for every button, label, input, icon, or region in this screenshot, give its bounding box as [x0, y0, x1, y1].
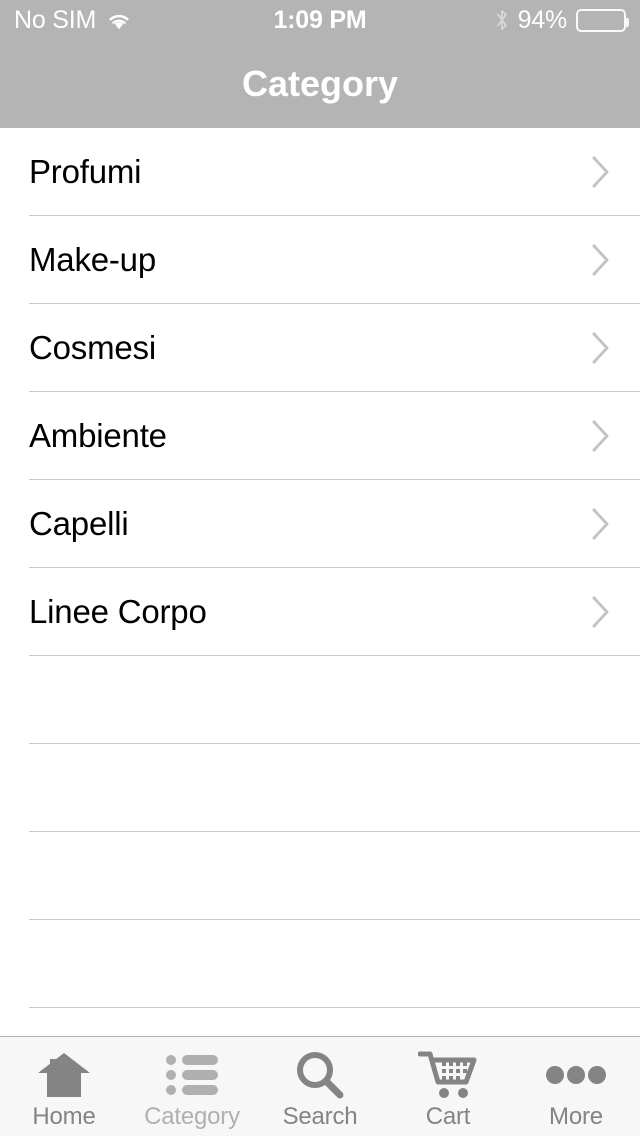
status-bar-right: 94% [367, 5, 629, 34]
list-row-label: Cosmesi [29, 329, 156, 366]
bluetooth-icon [495, 8, 509, 32]
tab-cart[interactable]: Cart [384, 1037, 512, 1136]
list-row-empty [0, 656, 640, 744]
status-bar: No SIM 1:09 PM 94% [0, 0, 640, 40]
chevron-right-icon [584, 595, 618, 629]
list-row[interactable]: Linee Corpo [0, 568, 640, 656]
app-screen: No SIM 1:09 PM 94% Category Profumi Make… [0, 0, 640, 1136]
list-row-label: Linee Corpo [29, 593, 207, 630]
tab-label: Search [282, 1103, 358, 1130]
list-row-empty [0, 832, 640, 920]
ellipsis-icon [546, 1049, 606, 1101]
wifi-icon [106, 11, 132, 30]
battery-percent-label: 94% [517, 5, 568, 34]
tab-label: Category [144, 1103, 240, 1130]
chevron-right-icon [584, 331, 618, 365]
tab-search[interactable]: Search [256, 1037, 384, 1136]
list-row[interactable]: Make-up [0, 216, 640, 304]
chevron-right-icon [584, 507, 618, 541]
list-row-empty [0, 744, 640, 832]
search-icon [295, 1049, 345, 1101]
tab-home[interactable]: Home [0, 1037, 128, 1136]
shopping-cart-icon [418, 1049, 478, 1101]
carrier-label: No SIM [14, 5, 97, 34]
list-row[interactable]: Ambiente [0, 392, 640, 480]
chevron-right-icon [584, 419, 618, 453]
list-row-label: Ambiente [29, 417, 167, 454]
tab-more[interactable]: More [512, 1037, 640, 1136]
category-list[interactable]: Profumi Make-up Cosmesi Ambiente Capelli Line… [0, 128, 640, 1036]
clock-label: 1:09 PM [273, 5, 367, 34]
tab-label: Home [32, 1103, 96, 1130]
list-row-label: Capelli [29, 505, 129, 542]
list-row[interactable]: Cosmesi [0, 304, 640, 392]
status-bar-center: 1:09 PM [273, 5, 367, 34]
chevron-right-icon [584, 155, 618, 189]
navigation-bar: Category [0, 40, 640, 128]
list-row[interactable]: Profumi [0, 128, 640, 216]
tab-label: Cart [425, 1103, 471, 1130]
page-title: Category [241, 63, 399, 104]
home-icon [37, 1049, 91, 1101]
list-row-empty [0, 920, 640, 1008]
list-row-label: Profumi [29, 153, 142, 190]
tab-category[interactable]: Category [128, 1037, 256, 1136]
list-icon [165, 1049, 219, 1101]
list-row-label: Make-up [29, 241, 156, 278]
list-row[interactable]: Capelli [0, 480, 640, 568]
tab-bar: Home Category Search Cart More [0, 1036, 640, 1136]
chevron-right-icon [584, 243, 618, 277]
status-bar-left: No SIM [14, 5, 273, 34]
battery-icon [576, 8, 629, 32]
tab-label: More [549, 1103, 603, 1130]
